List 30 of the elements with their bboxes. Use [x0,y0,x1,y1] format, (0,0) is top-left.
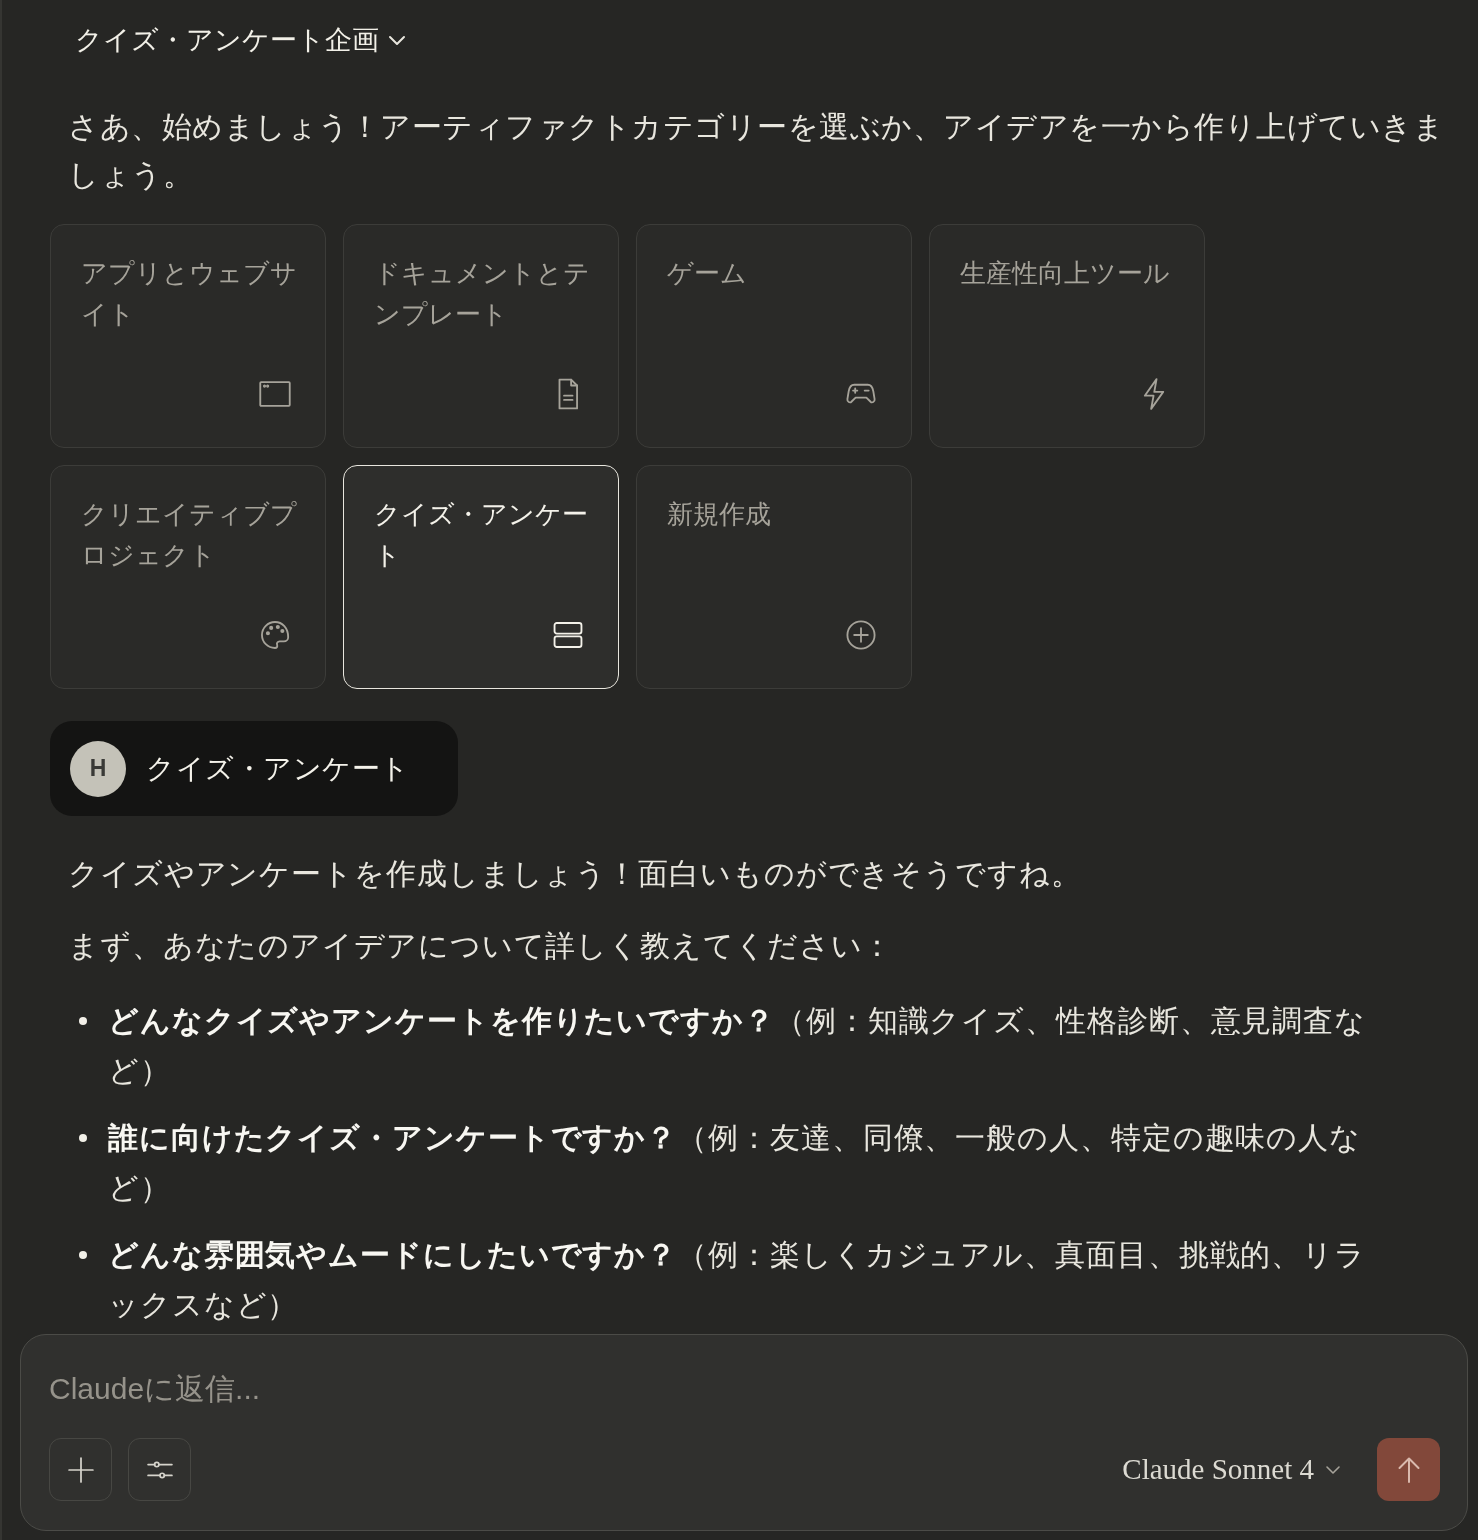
category-card[interactable]: ゲーム [636,224,912,448]
bullet-text: どんな雰囲気やムードにしたいですか？（例：楽しくカジュアル、真面目、挑戦的、リラックスなど） [108,1237,1367,1323]
reply-field[interactable]: Claudeに返信... [49,1365,1440,1413]
bullet-text: 誰に向けたクイズ・アンケートですか？（例：友達、同僚、一般の人、特定の趣味の人など） [108,1120,1362,1206]
category-card[interactable]: アプリとウェブサイト [50,224,326,448]
model-selector[interactable]: Claude Sonnet 4 [1122,1447,1340,1492]
plus-icon [67,1456,94,1483]
tools-button[interactable] [128,1438,191,1501]
category-card[interactable]: 新規作成 [636,465,912,689]
bullet-icon [79,1134,87,1142]
send-button[interactable] [1377,1438,1440,1501]
chevron-down-icon [389,35,405,45]
intro-text: さあ、始めましょう！アーティファクトカテゴリーを選ぶか、アイデアを一から作り上げていきましょう。 [68,109,1445,193]
response-paragraph: クイズやアンケートを作成しましょう！面白いものができそうですね。 [68,856,1083,892]
user-message-text: クイズ・アンケート [146,751,410,786]
category-card[interactable]: 生産性向上ツール [929,224,1205,448]
conversation-title-dropdown[interactable]: クイズ・アンケート企画 [75,20,405,60]
user-avatar: H [70,740,126,797]
bullet-text: どんなクイズやアンケートを作りたいですか？（例：知識クイズ、性格診断、意見調査など） [108,1003,1367,1089]
add-button[interactable] [49,1438,112,1501]
category-card[interactable]: クリエイティブプロジェクト [50,465,326,689]
category-card[interactable]: クイズ・アンケート [343,465,619,689]
category-card[interactable]: ドキュメントとテンプレート [343,224,619,448]
palette-icon [258,618,292,652]
arrow-up-icon [1397,1456,1420,1483]
response-paragraph: まず、あなたのアイデアについて詳しく教えてください： [68,928,895,964]
bullet-icon [79,1251,87,1259]
chevron-down-icon [1326,1465,1340,1474]
bullet-icon [79,1017,87,1025]
plus-circle-icon [844,618,878,652]
